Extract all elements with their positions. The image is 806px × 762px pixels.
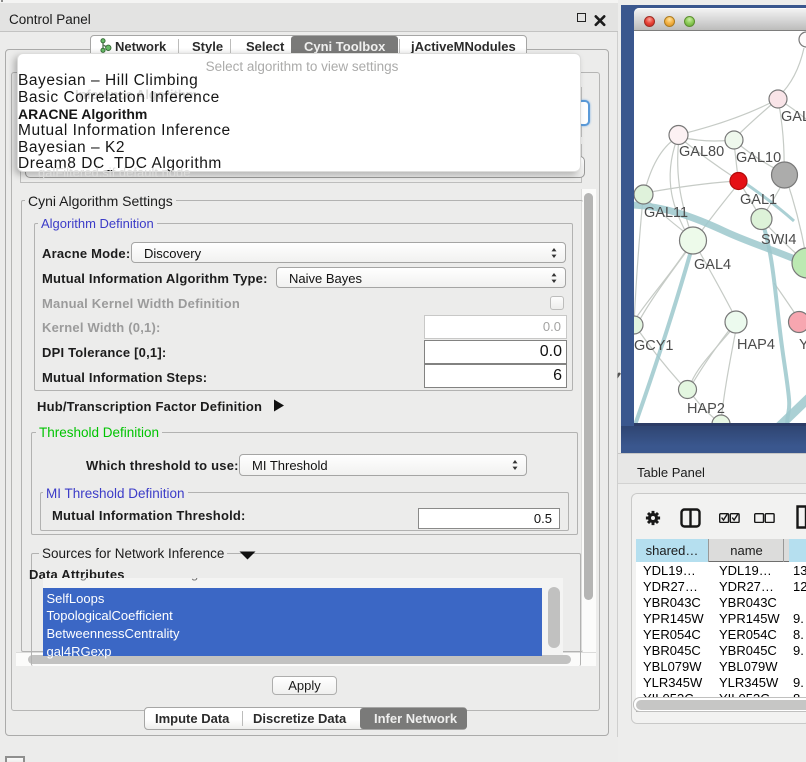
svg-text:GAL4: GAL4: [694, 257, 731, 273]
svg-text:GCY1: GCY1: [634, 338, 674, 354]
svg-text:SWI4: SWI4: [761, 232, 796, 248]
svg-text:GAL: GAL: [781, 109, 806, 125]
svg-text:GAL80: GAL80: [679, 144, 724, 160]
svg-text:HAP4: HAP4: [737, 337, 775, 353]
svg-text:HAP2: HAP2: [687, 401, 725, 417]
svg-text:Y: Y: [799, 337, 806, 353]
svg-text:GAL1: GAL1: [740, 192, 777, 208]
svg-text:GAL10: GAL10: [736, 150, 781, 166]
svg-text:GAL11: GAL11: [644, 205, 688, 221]
